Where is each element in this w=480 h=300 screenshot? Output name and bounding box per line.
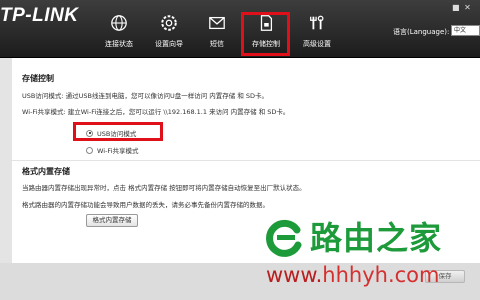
watermark-e-logo <box>266 219 302 257</box>
gear-icon <box>161 15 177 31</box>
watermark-site-name: 路由之家 <box>310 219 443 257</box>
header-bar: TP-LINK 连接状态 设置向导 短信 存储控制 高级设置 ■ ✕ 语言(La… <box>0 0 480 58</box>
format-storage-title: 格式内置存储 <box>22 167 70 176</box>
usb-mode-description: USB访问模式: 通过USB线连到电脑，您可以像访问U盘一样访问 内置存储 和 … <box>22 92 269 100</box>
tools-icon <box>310 15 324 30</box>
wifi-mode-description: Wi-Fi共享模式: 建立Wi-Fi连接之后，您可以运行 \\192.168.1… <box>22 108 290 116</box>
storage-control-title: 存储控制 <box>22 74 54 83</box>
wifi-mode-label: Wi-Fi共享模式 <box>97 147 139 155</box>
nav-advanced-settings[interactable]: 高级设置 <box>287 14 347 49</box>
window-controls[interactable]: ■ ✕ <box>452 3 472 12</box>
language-label: 语言(Language): <box>393 28 450 36</box>
wifi-mode-radio[interactable] <box>86 146 93 154</box>
format-description-2: 格式路由器的内置存储功能会导致用户数据的丢失，请务必事先备份内置存储的数据。 <box>22 201 269 209</box>
nav-label: 高级设置 <box>303 40 331 48</box>
mail-icon <box>209 16 225 30</box>
format-storage-button[interactable]: 格式内置存储 <box>86 214 138 227</box>
section-divider <box>12 160 480 161</box>
watermark-url-prefix: www. <box>266 263 323 287</box>
router-admin-page: TP-LINK 连接状态 设置向导 短信 存储控制 高级设置 ■ ✕ 语言(La… <box>0 0 480 300</box>
tp-link-logo: TP-LINK <box>0 5 79 26</box>
globe-icon <box>111 15 127 31</box>
watermark-url: www.hhhyh.com <box>266 263 439 287</box>
radio-highlight-box <box>73 122 163 141</box>
nav-highlight-box <box>241 12 290 56</box>
wifi-mode-option[interactable]: Wi-Fi共享模式 <box>86 145 139 155</box>
watermark-url-domain: hhhyh.com <box>322 263 440 287</box>
language-select[interactable]: 中文 <box>451 25 480 36</box>
format-description-1: 当路由器内置存储出现异常时，点击 格式内置存储 按钮即可将内置存储自动恢复至出厂… <box>22 184 306 192</box>
left-margin <box>0 58 12 278</box>
